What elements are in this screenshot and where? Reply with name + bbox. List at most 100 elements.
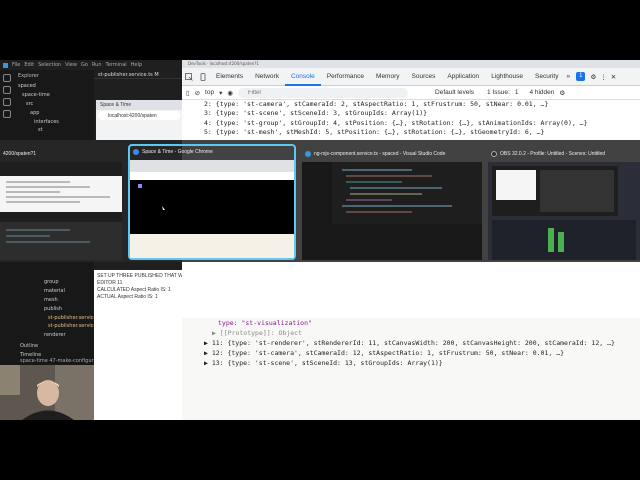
- outline-section[interactable]: Outline: [14, 341, 94, 350]
- console-line[interactable]: 2: {type: 'st-camera', stCameraId: 2, st…: [182, 100, 640, 109]
- tree-item[interactable]: space-time: [14, 91, 94, 100]
- chrome-url-bar[interactable]: localhost:4200/spaten: [98, 111, 180, 120]
- switcher-item[interactable]: OBS 32.0.2 - Profile: Untitled - Scenes:…: [488, 148, 640, 260]
- tab-security[interactable]: Security: [529, 68, 564, 86]
- console-toolbar: ▯ ⊘ top ▾ ◉ Default levels 1 Issue: 1 4 …: [182, 86, 640, 100]
- menu-terminal[interactable]: Terminal: [106, 62, 127, 68]
- console-output: 2: {type: 'st-camera', stCameraId: 2, st…: [182, 100, 640, 137]
- switcher-item-title: OBS 32.0.2 - Profile: Untitled - Scenes:…: [488, 148, 640, 160]
- page-line: EDITOR 11: [97, 280, 123, 286]
- console-settings-icon[interactable]: ⚙: [559, 89, 565, 97]
- obs-icon: [491, 151, 497, 157]
- chrome-tab[interactable]: Space & Time: [96, 100, 182, 110]
- menu-selection[interactable]: Selection: [38, 62, 61, 68]
- switcher-item-title-text: OBS 32.0.2 - Profile: Untitled - Scenes:…: [500, 151, 606, 157]
- switcher-thumbnail: [130, 160, 294, 258]
- tree-item[interactable]: st-publisher.service.ts: [14, 322, 103, 331]
- console-output-lower: type: "st-visualization" ▶ [[Prototype]]…: [182, 318, 640, 420]
- vscode-menubar: File Edit Selection View Go Run Terminal…: [0, 60, 200, 70]
- explorer-title: Explorer: [18, 73, 39, 79]
- tree-item[interactable]: app: [14, 108, 94, 117]
- chevron-down-icon: ▾: [219, 89, 223, 97]
- console-line[interactable]: ▶ 12: {type: 'st-camera', stCameraId: 12…: [182, 348, 640, 358]
- tab-performance[interactable]: Performance: [321, 68, 370, 86]
- switcher-item-selected[interactable]: Space & Time - Google Chrome: [128, 144, 296, 260]
- tree-item[interactable]: spaced: [14, 82, 94, 91]
- desktop: File Edit Selection View Go Run Terminal…: [0, 60, 640, 420]
- issues-badge[interactable]: 1: [576, 72, 586, 81]
- issues-count[interactable]: 1: [515, 89, 519, 96]
- close-icon[interactable]: ✕: [611, 73, 616, 81]
- chrome-icon: [133, 149, 139, 155]
- vscode-logo-icon: [3, 62, 8, 68]
- console-line[interactable]: ▶ 13: {type: 'st-scene', stSceneId: 13, …: [182, 358, 640, 368]
- console-line[interactable]: 4: {type: 'st-group', stGroupId: 4, stPo…: [182, 119, 640, 128]
- tab-network[interactable]: Network: [249, 68, 285, 86]
- settings-icon[interactable]: ⚙: [590, 73, 596, 81]
- menu-edit[interactable]: Edit: [24, 62, 34, 68]
- switcher-item-title-text: ng-rxjs-component.service.ts - spaced - …: [314, 151, 446, 157]
- console-line[interactable]: type: "st-visualization": [182, 318, 640, 328]
- switcher-item-title: Space & Time - Google Chrome: [130, 146, 294, 158]
- task-switcher: 4200/spaten?1 Space & Time - Google Chro…: [0, 140, 640, 262]
- page-line: ACTUAL Aspect Ratio IS: 1: [97, 294, 158, 300]
- tab-elements[interactable]: Elements: [210, 68, 249, 86]
- page-line: SET UP THREE PUBLISHED THAT WILL PUBLISH…: [97, 273, 223, 279]
- tree-item[interactable]: mesh: [14, 296, 94, 305]
- more-tabs-icon[interactable]: »: [566, 73, 570, 80]
- menu-go[interactable]: Go: [81, 62, 88, 68]
- switcher-thumbnail: [0, 162, 122, 260]
- sidebar-toggle-icon[interactable]: ▯: [186, 89, 190, 97]
- kebab-menu-icon[interactable]: ⋮: [600, 73, 607, 81]
- tree-item[interactable]: st-publisher.service.ts: [14, 313, 103, 322]
- switcher-item-title: 4200/spaten?1: [3, 151, 37, 157]
- console-line[interactable]: 5: {type: 'st-mesh', stMeshId: 5, stPosi…: [182, 128, 640, 137]
- menu-run[interactable]: Run: [92, 62, 102, 68]
- switcher-thumbnail: [488, 162, 640, 260]
- issues-link[interactable]: 1 Issue:: [487, 89, 510, 96]
- tree-item[interactable]: st: [14, 126, 94, 135]
- app-page: SET UP THREE PUBLISHED THAT WILL PUBLISH…: [94, 270, 223, 420]
- debug-icon[interactable]: [3, 110, 11, 118]
- inspect-icon[interactable]: [185, 72, 193, 81]
- filter-input[interactable]: [238, 87, 409, 98]
- menu-file[interactable]: File: [12, 62, 20, 68]
- tree-item[interactable]: renderer: [14, 331, 94, 340]
- tab-console[interactable]: Console: [284, 68, 321, 86]
- tree-item[interactable]: material: [14, 287, 94, 296]
- devtools-tabbar: Elements Network Console Performance Mem…: [182, 68, 640, 86]
- tab-memory[interactable]: Memory: [370, 68, 405, 86]
- webcam-overlay: [0, 365, 94, 420]
- tab-application[interactable]: Application: [441, 68, 485, 86]
- log-levels-dropdown[interactable]: Default levels: [435, 89, 474, 96]
- source-control-icon[interactable]: [3, 98, 11, 106]
- console-line[interactable]: 3: {type: 'st-scene', stSceneId: 3, stGr…: [182, 109, 640, 118]
- switcher-item-title-text: Space & Time - Google Chrome: [142, 149, 213, 155]
- tree-item[interactable]: interfaces: [14, 117, 94, 126]
- tree-item[interactable]: publish: [14, 304, 94, 313]
- switcher-thumbnail: [302, 162, 482, 260]
- console-line[interactable]: ▶ 11: {type: 'st-renderer', stRendererId…: [182, 338, 640, 348]
- device-toolbar-icon[interactable]: [199, 72, 207, 81]
- clear-console-icon[interactable]: ⊘: [195, 89, 200, 97]
- tab-sources[interactable]: Sources: [406, 68, 442, 86]
- tree-item[interactable]: group: [14, 278, 94, 287]
- console-line[interactable]: ▶ [[Prototype]]: Object: [182, 328, 640, 338]
- context-selector[interactable]: top: [205, 89, 214, 96]
- tree-item[interactable]: src: [14, 100, 94, 109]
- switcher-item[interactable]: ng-rxjs-component.service.ts - spaced - …: [302, 148, 482, 260]
- hidden-count: 4 hidden: [529, 89, 555, 96]
- menu-help[interactable]: Help: [131, 62, 142, 68]
- chrome-window-behind: Space & Time localhost:4200/spaten: [96, 100, 182, 140]
- vscode-icon: [305, 151, 311, 157]
- switcher-item-title: ng-rxjs-component.service.ts - spaced - …: [302, 148, 482, 160]
- switcher-item[interactable]: 4200/spaten?1: [0, 148, 122, 260]
- page-line: CALCULATED Aspect Ratio IS: 1: [97, 287, 171, 293]
- search-icon[interactable]: [3, 86, 11, 94]
- files-icon[interactable]: [3, 74, 11, 82]
- webcam-image: [0, 365, 94, 420]
- menu-view[interactable]: View: [65, 62, 77, 68]
- explorer-lower-tree: group material mesh publish st-publisher…: [14, 278, 103, 359]
- tab-lighthouse[interactable]: Lighthouse: [485, 68, 529, 86]
- eye-icon[interactable]: ◉: [227, 89, 233, 97]
